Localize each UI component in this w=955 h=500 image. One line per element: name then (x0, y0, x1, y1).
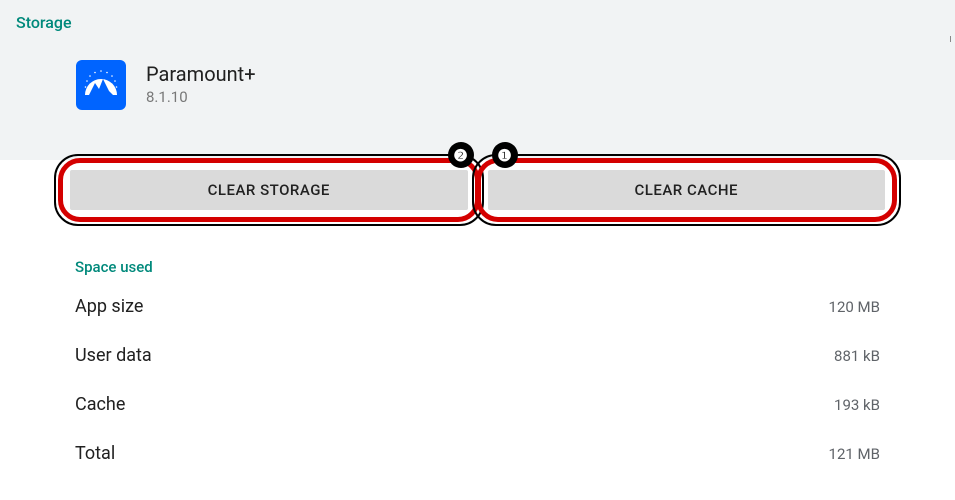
row-value: 120 MB (829, 298, 880, 316)
scrollbar-hint (950, 36, 951, 42)
paramount-icon (81, 65, 121, 105)
clear-cache-wrap: ❶ CLEAR CACHE (488, 170, 886, 210)
storage-row-cache: Cache 193 kB (75, 394, 880, 415)
button-row: ❷ CLEAR STORAGE ❶ CLEAR CACHE (0, 170, 955, 210)
clear-cache-button[interactable]: CLEAR CACHE (488, 170, 886, 210)
storage-row-user-data: User data 881 kB (75, 345, 880, 366)
storage-row-total: Total 121 MB (75, 443, 880, 464)
row-label: Cache (75, 394, 125, 415)
app-icon (76, 60, 126, 110)
storage-details: Space used App size 120 MB User data 881… (0, 258, 955, 492)
annotation-badge-2: ❷ (448, 142, 474, 168)
storage-row-app-size: App size 120 MB (75, 296, 880, 317)
row-label: App size (75, 296, 143, 317)
row-label: User data (75, 345, 152, 366)
annotation-badge-1: ❶ (492, 142, 518, 168)
header: Storage Paramount+ 8. (0, 0, 955, 160)
row-value: 193 kB (834, 396, 880, 414)
row-label: Total (75, 443, 115, 464)
clear-storage-button[interactable]: CLEAR STORAGE (70, 170, 468, 210)
clear-storage-wrap: ❷ CLEAR STORAGE (70, 170, 468, 210)
app-name: Paramount+ (146, 62, 256, 86)
app-info: Paramount+ 8.1.10 (16, 60, 939, 110)
section-title: Space used (75, 258, 880, 276)
row-value: 881 kB (834, 347, 880, 365)
app-version: 8.1.10 (146, 88, 256, 106)
app-text: Paramount+ 8.1.10 (146, 60, 256, 106)
row-value: 121 MB (829, 445, 880, 463)
page-title: Storage (16, 13, 939, 32)
